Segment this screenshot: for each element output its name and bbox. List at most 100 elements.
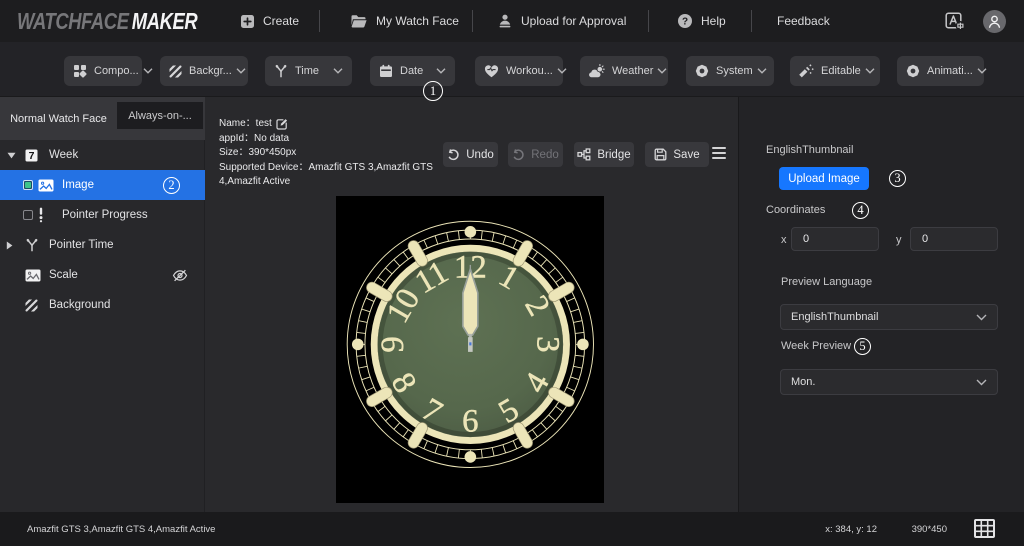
layer-row-pointer-time[interactable]: Pointer Time: [0, 230, 205, 260]
nav-upload-for-approval-label: Upload for Approval: [521, 14, 626, 28]
y-input[interactable]: 0: [910, 227, 998, 251]
nav-create[interactable]: Create: [240, 0, 299, 42]
toolbar-button-backgr[interactable]: Backgr...: [160, 56, 248, 86]
nut-icon: [695, 64, 709, 78]
nav-help[interactable]: ? Help: [677, 0, 726, 42]
layer-label: Pointer Time: [49, 239, 114, 251]
bridge-button[interactable]: Bridge: [574, 142, 634, 167]
info-device: Supported Device：Amazfit GTS 3,Amazfit G…: [219, 161, 419, 176]
eye-off-icon[interactable]: [172, 269, 188, 282]
top-nav: Create My Watch Face Upload for Approval…: [0, 0, 1024, 42]
annotation-1: 1: [423, 81, 443, 101]
layer-label: Scale: [49, 269, 78, 281]
nav-create-label: Create: [263, 14, 299, 28]
layer-tree: 7WeekImagePointer ProgressPointer TimeSc…: [0, 140, 205, 320]
chevron-down-icon: [432, 68, 446, 74]
action-label: Redo: [531, 149, 559, 161]
week-preview-select[interactable]: Mon.: [780, 369, 998, 395]
expander-down-icon[interactable]: [7, 152, 16, 159]
save-icon: [654, 148, 667, 161]
chevron-down-icon: [753, 68, 767, 74]
nav-my-watch-face[interactable]: My Watch Face: [350, 0, 459, 42]
toolbar-button-animati[interactable]: Animati...: [897, 56, 984, 86]
toolbar-button-label: Date: [400, 65, 423, 77]
week-7-icon: 7: [25, 149, 38, 162]
action-label: Bridge: [597, 149, 630, 161]
layer-checkbox-checked[interactable]: [23, 180, 33, 190]
nav-upload-for-approval[interactable]: Upload for Approval: [497, 0, 626, 42]
layer-row-background[interactable]: Background: [0, 290, 205, 320]
component-toolbar: Compo... Backgr... Time Date Workou... Weathe…: [0, 42, 1024, 97]
upload-image-button[interactable]: Upload Image: [779, 167, 869, 190]
toolbar-button-workou[interactable]: Workou...: [475, 56, 563, 86]
layer-label: Week: [49, 149, 78, 161]
pointer-progress-icon: [38, 207, 44, 223]
toolbar-button-label: Backgr...: [189, 65, 232, 77]
pointer-time-icon: [25, 238, 39, 252]
toolbar-button-label: Compo...: [94, 65, 139, 77]
grid-icon[interactable]: [974, 519, 995, 541]
toolbar-button-label: Editable: [821, 65, 861, 77]
layer-row-week[interactable]: 7 Week: [0, 140, 205, 170]
chevron-down-icon: [232, 68, 246, 74]
tab-always-on[interactable]: Always-on-...: [117, 102, 203, 129]
svg-text:9: 9: [375, 336, 411, 352]
status-device: Amazfit GTS 3,Amazfit GTS 4,Amazfit Acti…: [27, 524, 215, 535]
layer-checkbox-empty[interactable]: [23, 210, 33, 220]
calendar-icon: [379, 64, 393, 78]
avatar[interactable]: [983, 10, 1006, 33]
info-size: Size：390*450px: [219, 146, 419, 161]
watchface-preview[interactable]: 123456789101112: [336, 196, 604, 503]
nut-icon: [906, 64, 920, 78]
preview-language-select[interactable]: EnglishThumbnail: [780, 304, 998, 330]
svg-text:?: ?: [682, 16, 688, 27]
layer-row-scale[interactable]: Scale: [0, 260, 205, 290]
nav-separator: [751, 10, 752, 32]
top-bar: WATCHFACEMAKER Create My Watch Face: [0, 0, 1024, 42]
toolbar-button-system[interactable]: System: [686, 56, 774, 86]
toolbar-button-compo[interactable]: Compo...: [64, 56, 142, 86]
toolbar-button-date[interactable]: Date: [370, 56, 455, 86]
edit-icon[interactable]: [276, 118, 288, 130]
preview-language-value: EnglishThumbnail: [791, 311, 878, 323]
nav-help-label: Help: [701, 14, 726, 28]
properties-panel: EnglishThumbnail Upload Image Coordinate…: [738, 97, 1024, 512]
background-icon: [25, 299, 38, 312]
toolbar-button-editable[interactable]: Editable: [790, 56, 880, 86]
action-label: Undo: [466, 149, 494, 161]
toolbar-button-label: Animati...: [927, 65, 973, 77]
layer-label: Pointer Progress: [62, 209, 148, 221]
undo-button[interactable]: Undo: [443, 142, 498, 167]
week-preview-label: Week Preview: [781, 340, 851, 352]
toolbar-button-label: Workou...: [506, 65, 553, 77]
toolbar-button-time[interactable]: Time: [265, 56, 352, 86]
create-icon: [240, 14, 255, 29]
tab-normal-watch-face[interactable]: Normal Watch Face: [0, 97, 117, 140]
action-label: Save: [673, 149, 699, 161]
left-sidebar: Normal Watch Face Always-on-... 7WeekIma…: [0, 97, 205, 512]
annotation-2: 2: [163, 177, 180, 194]
chevron-down-icon: [553, 68, 567, 74]
redo-button[interactable]: Redo: [508, 142, 563, 167]
folder-icon: [350, 14, 368, 29]
translate-icon[interactable]: [945, 12, 966, 31]
chevron-down-icon: [976, 379, 987, 386]
components-icon: [73, 64, 87, 78]
bridge-icon: [577, 148, 591, 161]
layer-row-pointer-progress[interactable]: Pointer Progress: [0, 200, 205, 230]
save-button[interactable]: Save: [645, 142, 709, 167]
upload-person-icon: [497, 13, 513, 29]
menu-icon[interactable]: [712, 147, 726, 159]
x-input[interactable]: 0: [791, 227, 879, 251]
chevron-down-icon: [329, 68, 343, 74]
expander-right-icon[interactable]: [6, 241, 13, 250]
chevron-down-icon: [976, 314, 987, 321]
status-size: 390*450: [912, 524, 947, 535]
y-label: y: [896, 234, 902, 246]
svg-text:3: 3: [529, 336, 565, 352]
redo-icon: [512, 149, 525, 161]
nav-separator: [472, 10, 473, 32]
toolbar-button-weather[interactable]: Weather: [580, 56, 668, 86]
nav-feedback[interactable]: Feedback: [777, 0, 830, 42]
watchface-info: Name：test appId：No data Size：390*450px S…: [219, 117, 419, 190]
